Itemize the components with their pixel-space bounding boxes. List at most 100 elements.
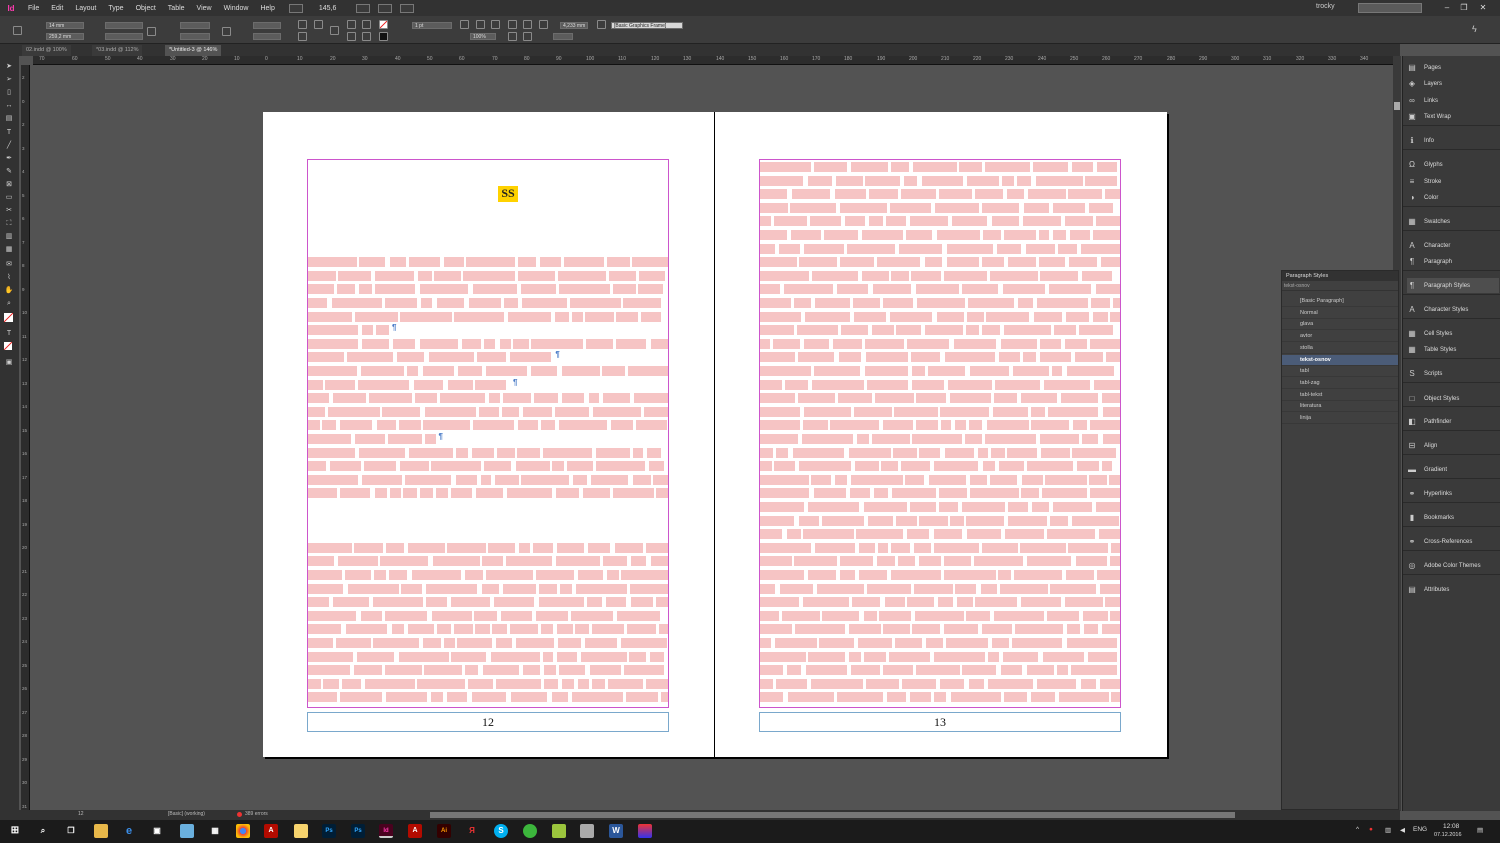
- scale-lock-icon[interactable]: [222, 27, 231, 36]
- arrange-documents-button[interactable]: [400, 3, 415, 13]
- photoshop-2-icon[interactable]: Ps: [351, 824, 365, 838]
- panel-color[interactable]: ◑ Color: [1407, 190, 1499, 205]
- panel-swatches[interactable]: ▦ Swatches: [1407, 214, 1499, 229]
- fx-icon[interactable]: [491, 20, 500, 29]
- panel-cross-references[interactable]: ⚭ Cross-References: [1407, 534, 1499, 549]
- menu-object[interactable]: Object: [130, 5, 162, 12]
- note-tool-icon[interactable]: ✉: [4, 260, 14, 270]
- search-icon[interactable]: ⌕: [36, 824, 50, 838]
- notifications-icon[interactable]: ▤: [1477, 826, 1483, 834]
- constrain-proportions-icon[interactable]: [147, 27, 156, 36]
- align-left-icon[interactable]: [508, 32, 517, 41]
- page-left[interactable]: ¶ ¶ ¶ ¶ SS 12: [263, 112, 715, 757]
- zoom-level[interactable]: 145,6: [319, 5, 337, 12]
- scale-y-field[interactable]: [180, 33, 210, 40]
- tab-doc-03[interactable]: *03.indd @ 112%: [92, 45, 143, 56]
- select-previous-icon[interactable]: [347, 32, 356, 41]
- reference-point-icon[interactable]: [13, 26, 22, 35]
- chrome-icon[interactable]: [236, 824, 250, 838]
- style-item[interactable]: tabl-tekst: [1282, 390, 1398, 401]
- wrap-bounding-icon[interactable]: [523, 20, 532, 29]
- select-content-icon[interactable]: [362, 20, 371, 29]
- panel-gradient[interactable]: ▬ Gradient: [1407, 462, 1499, 477]
- gap-tool-icon[interactable]: ↔: [4, 101, 14, 111]
- panel-character-styles[interactable]: A Character Styles: [1407, 302, 1499, 317]
- clock-date[interactable]: 07.12.2016: [1434, 832, 1462, 838]
- panel-object-styles[interactable]: □ Object Styles: [1407, 391, 1499, 406]
- panel-pages[interactable]: ▤ Pages: [1407, 60, 1499, 75]
- menu-layout[interactable]: Layout: [69, 5, 102, 12]
- panel-links[interactable]: ∞ Links: [1407, 93, 1499, 108]
- wrap-none-icon[interactable]: [508, 20, 517, 29]
- hand-tool-icon[interactable]: ✋: [4, 286, 14, 296]
- style-item[interactable]: glava: [1282, 319, 1398, 331]
- width-field[interactable]: [105, 22, 143, 29]
- search-input[interactable]: [1358, 3, 1422, 13]
- windows-start-icon[interactable]: ⊞: [8, 824, 22, 838]
- close-button[interactable]: ✕: [1476, 2, 1490, 13]
- panel-title[interactable]: Paragraph Styles: [1282, 271, 1398, 281]
- shear-field[interactable]: [253, 33, 281, 40]
- panel-bookmarks[interactable]: ▮ Bookmarks: [1407, 510, 1499, 525]
- content-collector-icon[interactable]: ▤: [4, 114, 14, 124]
- panel-scripts[interactable]: S Scripts: [1407, 366, 1499, 381]
- opacity-field[interactable]: 100%: [470, 33, 496, 40]
- calculator-icon[interactable]: ▦: [208, 824, 222, 838]
- gradient-feather-icon[interactable]: ▦: [4, 245, 14, 255]
- illustrator-icon[interactable]: Ai: [437, 824, 451, 838]
- panel-attributes[interactable]: ▤ Attributes: [1407, 582, 1499, 597]
- preflight-status[interactable]: 389 errors: [245, 811, 268, 817]
- page-number-field[interactable]: 12: [78, 811, 84, 817]
- file-explorer-icon[interactable]: [94, 824, 108, 838]
- vertical-ruler[interactable]: 2 0 2 3 4 5 6 7 8 9 10 11 12 13 14 15 16 17 18 19 20 21 22 23 24…: [21, 65, 30, 810]
- app-flag-icon[interactable]: [638, 824, 652, 838]
- style-item[interactable]: tabl-zag: [1282, 378, 1398, 389]
- free-transform-icon[interactable]: ⛶: [4, 219, 14, 229]
- style-item[interactable]: Normal: [1282, 308, 1398, 319]
- working-profile[interactable]: [Basic] (working): [168, 811, 205, 817]
- task-view-icon[interactable]: ❐: [64, 824, 78, 838]
- utorrent-icon[interactable]: [523, 824, 537, 838]
- text-frame-left[interactable]: ¶ ¶ ¶ ¶: [307, 159, 669, 708]
- indesign-icon[interactable]: Id: [379, 824, 393, 838]
- bridge-button[interactable]: [288, 3, 303, 13]
- selection-tool-icon[interactable]: ➤: [4, 62, 14, 72]
- rectangle-tool-icon[interactable]: ▭: [4, 193, 14, 203]
- panel-text-wrap[interactable]: ▣ Text Wrap: [1407, 109, 1499, 124]
- type-tool-icon[interactable]: T: [4, 128, 14, 138]
- panel-layers[interactable]: ◈ Layers: [1407, 76, 1499, 91]
- scissors-icon[interactable]: ✂: [4, 206, 14, 216]
- acrobat-2-icon[interactable]: A: [408, 824, 422, 838]
- panel-align[interactable]: ⊟ Align: [1407, 438, 1499, 453]
- fill-stroke-icon[interactable]: [4, 313, 13, 322]
- align-right-icon[interactable]: [523, 32, 532, 41]
- panel-cell-styles[interactable]: ▦ Cell Styles: [1407, 326, 1499, 341]
- panel-character[interactable]: A Character: [1407, 238, 1499, 253]
- horizontal-scrollbar[interactable]: [430, 812, 1235, 818]
- eyedropper-icon[interactable]: ⌇: [4, 273, 14, 283]
- panel-pathfinder[interactable]: ◧ Pathfinder: [1407, 414, 1499, 429]
- style-item[interactable]: [Basic Paragraph]: [1282, 296, 1398, 307]
- tray-chevron-icon[interactable]: ^: [1356, 826, 1359, 833]
- y-field[interactable]: 259,2 mm: [46, 33, 84, 40]
- gradient-swatch-icon[interactable]: ▥: [4, 232, 14, 242]
- formatting-container-icon[interactable]: T: [4, 329, 14, 339]
- photoshop-icon[interactable]: Ps: [322, 824, 336, 838]
- acrobat-icon[interactable]: A: [264, 824, 278, 838]
- rotate-cw-icon[interactable]: [298, 20, 307, 29]
- lightning-icon[interactable]: ϟ: [1472, 25, 1481, 34]
- object-style-icon[interactable]: [597, 20, 606, 29]
- select-container-icon[interactable]: [347, 20, 356, 29]
- rotation-field[interactable]: [253, 22, 281, 29]
- minimize-button[interactable]: –: [1440, 2, 1454, 13]
- screen-mode-icon[interactable]: ▣: [4, 358, 14, 368]
- style-item[interactable]: stolla: [1282, 343, 1398, 354]
- stroke-weight-field[interactable]: 1 pt: [412, 22, 452, 29]
- horizontal-ruler[interactable]: 70 60 50 40 30 20 10 0 10 20 30 40 50 60…: [33, 56, 1395, 65]
- menu-table[interactable]: Table: [162, 5, 191, 12]
- pathfinder-icon[interactable]: [330, 26, 339, 35]
- scroll-thumb[interactable]: [1394, 102, 1400, 110]
- corner-size-field[interactable]: 4,233 mm: [560, 22, 588, 29]
- panel-glyphs[interactable]: Ω Glyphs: [1407, 157, 1499, 172]
- tab-doc-untitled-3[interactable]: *Untitled-3 @ 146%: [165, 45, 222, 56]
